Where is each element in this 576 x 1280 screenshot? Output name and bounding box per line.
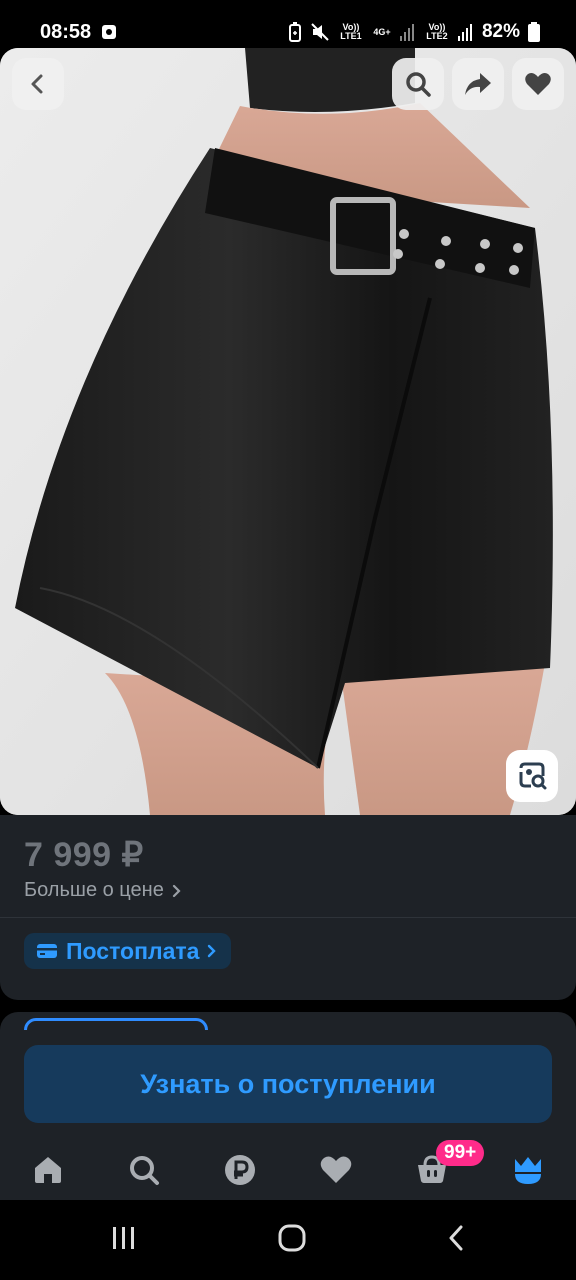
product-photo[interactable] (0, 48, 576, 815)
product-price: 7 999 ₽ (24, 836, 144, 874)
image-search-icon (519, 762, 547, 790)
postpay-button[interactable]: Постоплата (24, 933, 232, 969)
search-icon (130, 1156, 159, 1185)
cart-badge: 99+ (436, 1140, 485, 1166)
notify-when-available-button[interactable]: Узнать о поступлении (24, 1045, 552, 1123)
back-arrow-icon (449, 1225, 463, 1250)
home-icon (35, 1157, 61, 1183)
tab-search[interactable] (96, 1130, 192, 1210)
divider (0, 917, 576, 918)
recent-apps-button[interactable] (111, 1226, 137, 1255)
signal-icon (399, 24, 414, 41)
price-section: 7 999 ₽ Больше о цене Постоплата (0, 815, 576, 1000)
more-about-price-label: Больше о цене (24, 879, 164, 901)
share-icon (465, 73, 491, 95)
postpay-label: Постоплата (66, 937, 200, 964)
tab-home[interactable] (0, 1130, 96, 1210)
screen-record-icon (102, 25, 117, 39)
more-about-price-link[interactable]: Больше о цене (24, 879, 182, 902)
share-button[interactable] (452, 58, 504, 110)
back-button[interactable] (12, 58, 64, 110)
lte2-label: Vo)) LTE2 (426, 22, 448, 41)
favorite-button[interactable] (512, 58, 564, 110)
chevron-right-icon (208, 944, 217, 958)
chevron-left-icon (31, 74, 43, 94)
status-time: 08:58 (40, 20, 92, 43)
profile-icon (515, 1157, 541, 1184)
lte1-label: Vo)) LTE1 (340, 22, 362, 41)
back-system-button[interactable] (447, 1225, 465, 1256)
home-system-button[interactable] (278, 1224, 306, 1257)
search-icon (406, 72, 431, 97)
tab-finance[interactable] (192, 1130, 288, 1210)
ruble-icon (225, 1155, 255, 1185)
tab-profile[interactable] (480, 1130, 576, 1210)
tab-favorites[interactable] (288, 1130, 384, 1210)
battery-percent: 82% (481, 21, 520, 42)
system-navigation-bar (0, 1200, 576, 1280)
home-circle-icon (278, 1224, 306, 1251)
heart-icon (320, 1156, 352, 1183)
wallet-icon (37, 944, 57, 958)
mute-icon (311, 23, 329, 41)
signal-icon (457, 24, 472, 41)
recent-apps-icon (112, 1226, 134, 1249)
bottom-tab-bar: 99+ (0, 1130, 576, 1210)
tab-cart[interactable]: 99+ (384, 1130, 485, 1210)
heart-icon (525, 73, 551, 95)
search-button[interactable] (392, 58, 444, 110)
visual-search-button[interactable] (506, 750, 558, 802)
battery-icon (528, 22, 540, 42)
network-type: 4G+ (373, 26, 391, 37)
chevron-right-icon (172, 884, 181, 897)
battery-saver-icon (288, 22, 301, 42)
